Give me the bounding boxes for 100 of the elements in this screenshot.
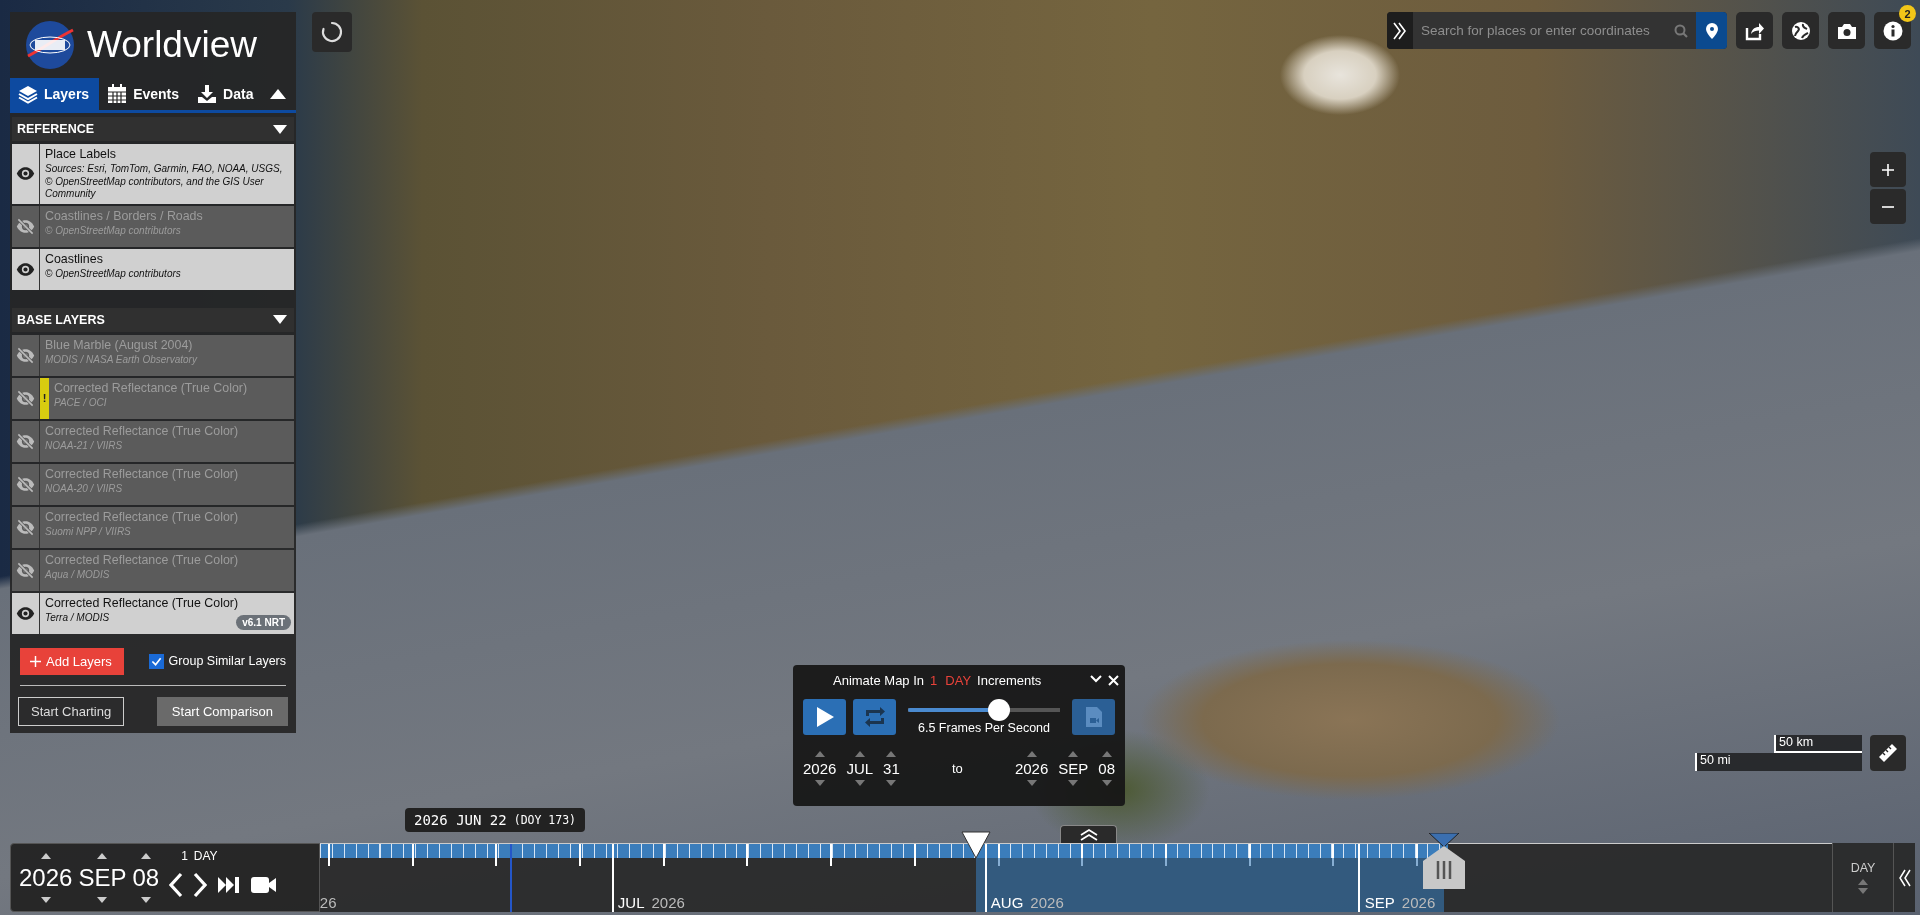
layer-row[interactable]: ! Corrected Reflectance (True Color) PACE / OCI	[12, 377, 294, 419]
decrement-arrow[interactable]	[886, 779, 897, 786]
expand-button[interactable]	[1387, 12, 1413, 49]
date-value[interactable]: SEP	[1058, 759, 1089, 777]
up-arrow-icon	[1858, 879, 1869, 885]
decrement-arrow[interactable]	[97, 896, 108, 903]
increment-arrow[interactable]	[97, 852, 108, 859]
chevron-right-icon	[193, 871, 208, 898]
share-button[interactable]	[1736, 12, 1773, 49]
year-label: 26	[319, 894, 337, 911]
date-value[interactable]: 31	[883, 759, 900, 777]
snapshot-button[interactable]	[1828, 12, 1865, 49]
down-arrow-icon	[1101, 779, 1112, 786]
increment-arrow[interactable]	[40, 852, 51, 859]
decrement-arrow[interactable]	[140, 896, 151, 903]
down-arrow-icon	[1026, 779, 1037, 786]
search-icon	[1674, 23, 1688, 38]
timeline-track[interactable]: 26 JUL 2026 AUG 2026 SEP 2026	[319, 843, 1833, 912]
month-label: AUG	[990, 894, 1024, 911]
measure-button[interactable]	[1870, 735, 1906, 771]
up-arrow-icon	[1026, 750, 1037, 757]
sidebar-tab[interactable]: Data	[189, 78, 264, 110]
warning-flag: !	[40, 377, 49, 419]
projection-button[interactable]	[1782, 12, 1819, 49]
caret-icon	[273, 124, 287, 134]
decrement-arrow[interactable]	[814, 779, 825, 786]
previous-button[interactable]	[169, 871, 184, 898]
camera-icon	[1836, 21, 1857, 40]
increment-arrow[interactable]	[1026, 750, 1037, 757]
collapse-timeline-button[interactable]	[1893, 843, 1915, 912]
expand-button[interactable]	[1060, 825, 1117, 843]
date-value[interactable]: 08	[132, 863, 160, 892]
down-arrow-icon	[97, 896, 108, 903]
increment-arrow[interactable]	[140, 852, 151, 859]
plus-icon	[1882, 163, 1894, 176]
decrement-arrow[interactable]	[1068, 779, 1079, 786]
sidebar-tab[interactable]: Events	[99, 78, 190, 110]
layer-row[interactable]: Corrected Reflectance (True Color) Terra / MODIS v6.1 NRT	[12, 592, 294, 634]
loop-button[interactable]	[853, 699, 896, 735]
layer-source: NOAA-20 / VIIRS	[45, 482, 124, 495]
skip-to-end-button[interactable]	[217, 874, 242, 895]
layer-source: Terra / MODIS	[45, 611, 111, 624]
increment-arrow[interactable]	[1068, 750, 1079, 757]
down-arrow-icon	[854, 779, 865, 786]
end-dragger[interactable]	[1421, 833, 1467, 891]
date-value[interactable]: 08	[1098, 759, 1115, 777]
double-chevron-icon	[1898, 868, 1911, 887]
layer-group-header[interactable]: REFERENCE	[12, 117, 294, 141]
info-icon	[1882, 20, 1903, 41]
date-value[interactable]: 2026	[19, 863, 73, 892]
interval-unit[interactable]: DAY	[193, 848, 218, 863]
layer-source: Sources: Esri, TomTom, Garmin, FAO, NOAA, USGS, © OpenStreetMap contributors, and the GIS User Community	[45, 163, 284, 201]
date-value[interactable]: SEP	[78, 863, 127, 892]
start-dragger[interactable]	[961, 831, 991, 859]
layer-row[interactable]: Coastlines © OpenStreetMap contributors	[12, 248, 294, 290]
play-button[interactable]	[803, 699, 846, 735]
decrement-arrow[interactable]	[1101, 779, 1112, 786]
layer-group-header[interactable]: BASE LAYERS	[12, 307, 294, 332]
eye-slash-icon	[16, 517, 35, 537]
version-badge: v6.1 NRT	[236, 614, 291, 630]
decrement-arrow[interactable]	[854, 779, 865, 786]
decrement-arrow[interactable]	[1026, 779, 1037, 786]
layer-source: MODIS / NASA Earth Observatory	[45, 353, 199, 366]
double-caret-icon	[1079, 828, 1098, 841]
date-value[interactable]: JUL	[846, 759, 874, 777]
zoom-in-button[interactable]	[1870, 152, 1906, 187]
unit-link[interactable]: DAY	[943, 672, 974, 688]
date-value[interactable]: 2026	[1014, 759, 1049, 777]
location-button[interactable]	[1696, 12, 1727, 49]
decrement-arrow[interactable]	[40, 896, 51, 903]
step-link[interactable]: 1	[928, 672, 940, 688]
slider-thumb[interactable]	[988, 699, 1011, 721]
down-arrow-icon	[1858, 888, 1869, 894]
scale-bar-metric: 50 km	[1774, 735, 1862, 753]
checkbox[interactable]	[148, 653, 164, 669]
up-arrow-icon	[140, 852, 151, 859]
next-button[interactable]	[193, 871, 208, 898]
increment-arrow[interactable]	[1101, 750, 1112, 757]
layer-row[interactable]: Place Labels Sources: Esri, TomTom, Garmin, FAO, NOAA, USGS, © OpenStreetMap contributors, and the GIS User Community	[12, 144, 294, 204]
close-button[interactable]	[1108, 674, 1119, 686]
sidebar-tab[interactable]: Layers	[10, 78, 100, 110]
comparison-button[interactable]: Start Comparison	[156, 696, 288, 726]
increment-arrow[interactable]	[814, 750, 825, 757]
double-chevron-icon	[1393, 21, 1407, 40]
zoom-level-arrows[interactable]	[1858, 879, 1869, 894]
up-arrow-icon	[40, 852, 51, 859]
ruler-icon	[1878, 743, 1898, 763]
add-layers-button[interactable]: Add Layers	[20, 647, 124, 675]
interval-step[interactable]: 1	[181, 848, 188, 863]
group-title: BASE LAYERS	[17, 312, 105, 327]
caret-icon	[270, 88, 286, 99]
layer-name: Coastlines	[45, 251, 104, 266]
search-field[interactable]: Search for places or enter coordinates	[1413, 12, 1666, 49]
layer-source: © OpenStreetMap contributors	[45, 224, 182, 237]
animation-button[interactable]	[251, 875, 278, 894]
increment-arrow[interactable]	[854, 750, 865, 757]
increment-arrow[interactable]	[886, 750, 897, 757]
charting-button[interactable]: Start Charting	[18, 696, 125, 726]
date-value[interactable]: 2026	[803, 759, 837, 777]
info-button[interactable]	[1874, 12, 1911, 49]
